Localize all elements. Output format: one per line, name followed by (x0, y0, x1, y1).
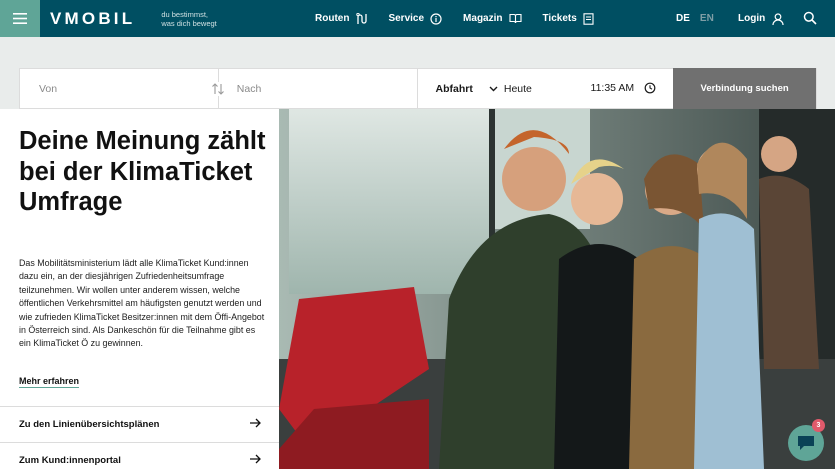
time-field[interactable]: Abfahrt Heute 11:35 AM (418, 69, 674, 108)
to-placeholder: Nach (236, 82, 262, 95)
nav-magazin-label: Magazin (463, 13, 503, 24)
tagline-line-2: was dich bewegt (161, 18, 217, 28)
book-icon (508, 13, 522, 24)
date-value[interactable]: Heute (504, 83, 532, 95)
teaser-body: Das Mobilitätsministerium lädt alle Klim… (19, 258, 265, 349)
quicklink-label: Zu den Linienübersichtsplänen (19, 418, 160, 430)
lang-de[interactable]: DE (676, 13, 690, 24)
user-icon (772, 12, 784, 25)
mode-select[interactable]: Abfahrt (436, 83, 473, 95)
ticket-icon (583, 12, 594, 25)
connection-search: Von Nach Abfahrt Heute 11:35 AM Verbindu… (19, 68, 817, 109)
menu-button[interactable] (0, 0, 40, 37)
from-field[interactable]: Von (20, 69, 225, 108)
hamburger-icon (13, 13, 27, 24)
top-header: VMOBIL du bestimmst, was dich bewegt Rou… (0, 0, 835, 37)
tagline: du bestimmst, was dich bewegt (161, 10, 241, 28)
arrow-right-icon (250, 454, 261, 464)
route-icon (356, 12, 368, 24)
tagline-line-1: du bestimmst, (161, 9, 208, 19)
quicklink-kundenportal[interactable]: Zum Kund:innenportal (0, 442, 279, 469)
nav-service[interactable]: Service (388, 12, 442, 25)
arrow-right-icon (250, 418, 261, 428)
quicklink-label: Zum Kund:innenportal (19, 454, 121, 466)
nav-tickets-label: Tickets (542, 13, 577, 24)
login-button[interactable]: Login (738, 0, 784, 37)
lang-en[interactable]: EN (700, 13, 714, 24)
nav-magazin[interactable]: Magazin (463, 13, 522, 24)
chevron-down-icon (489, 86, 498, 91)
search-icon[interactable] (803, 11, 817, 25)
quicklink-linienplaene[interactable]: Zu den Linienübersichtsplänen (0, 406, 279, 441)
clock-icon (644, 82, 655, 94)
time-value[interactable]: 11:35 AM (591, 82, 635, 94)
nav-routen-label: Routen (315, 13, 350, 24)
language-switch: DE EN (676, 0, 714, 37)
main-nav: Routen Service Magazin Tickets (315, 0, 615, 37)
hero-photo-people-on-train (279, 109, 835, 469)
to-field[interactable]: Nach (219, 69, 418, 108)
info-icon (430, 12, 442, 25)
logo[interactable]: VMOBIL (50, 9, 135, 29)
teaser-headline: Deine Meinung zählt bei der KlimaTicket … (19, 127, 266, 216)
hero-image (279, 109, 835, 469)
search-connection-button[interactable]: Verbindung suchen (673, 68, 816, 109)
swap-icon[interactable] (210, 82, 225, 96)
nav-routen[interactable]: Routen (315, 12, 368, 25)
nav-service-label: Service (388, 13, 425, 24)
chat-bubble-icon (798, 436, 814, 450)
chat-badge: 3 (812, 419, 825, 432)
more-link[interactable]: Mehr erfahren (19, 376, 80, 388)
from-placeholder: Von (39, 82, 58, 95)
teaser-panel: Deine Meinung zählt bei der KlimaTicket … (0, 109, 279, 469)
nav-tickets[interactable]: Tickets (542, 12, 594, 25)
login-label: Login (738, 13, 766, 24)
